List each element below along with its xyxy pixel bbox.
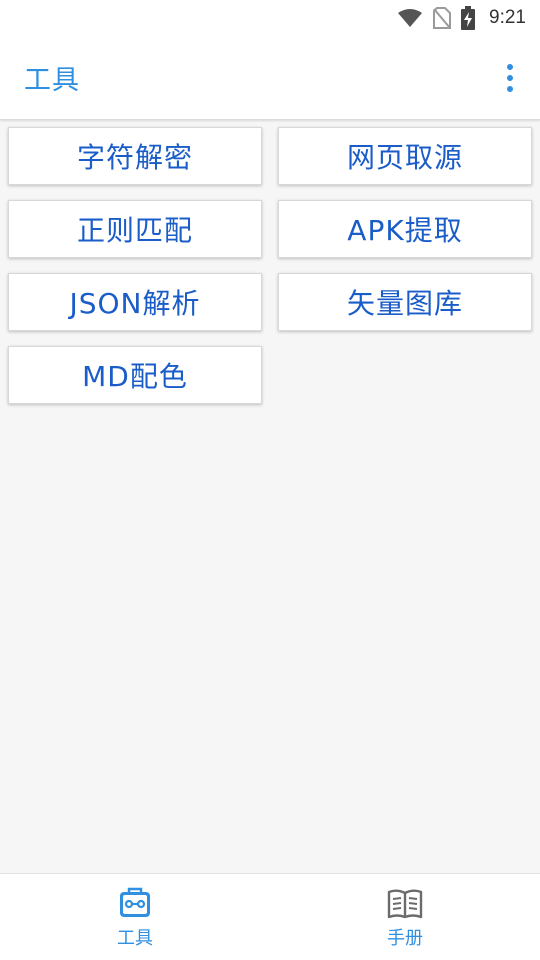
bottom-nav: 工具 手册 bbox=[0, 873, 540, 960]
app-bar: 工具 bbox=[0, 36, 540, 120]
more-vert-icon[interactable] bbox=[502, 64, 518, 92]
tool-button-apk-extract[interactable]: APK提取 bbox=[278, 200, 532, 258]
page-title: 工具 bbox=[24, 65, 80, 96]
tool-label: 网页取源 bbox=[346, 141, 463, 174]
screen: 9:21 工具 字符解密 网页取源 正则匹配 APK提取 JSON解析 矢量图库 bbox=[0, 0, 540, 960]
book-icon bbox=[387, 889, 423, 919]
tool-label: APK提取 bbox=[347, 214, 463, 247]
nav-item-manual[interactable]: 手册 bbox=[270, 874, 540, 960]
tool-button-json-parse[interactable]: JSON解析 bbox=[8, 273, 262, 331]
menu-dot bbox=[507, 86, 513, 92]
tool-label: 矢量图库 bbox=[346, 287, 463, 320]
status-bar: 9:21 bbox=[0, 0, 540, 36]
tool-button-vector-icons[interactable]: 矢量图库 bbox=[278, 273, 532, 331]
wifi-icon bbox=[398, 9, 423, 27]
menu-dot bbox=[507, 75, 513, 81]
nav-label-tools: 工具 bbox=[117, 928, 153, 949]
tool-button-regex-match[interactable]: 正则匹配 bbox=[8, 200, 262, 258]
status-icons: 9:21 bbox=[397, 6, 526, 30]
tool-label: 正则匹配 bbox=[76, 214, 193, 247]
tool-button-char-decrypt[interactable]: 字符解密 bbox=[8, 127, 262, 185]
nav-label-manual: 手册 bbox=[387, 928, 423, 949]
tool-label: JSON解析 bbox=[69, 287, 201, 320]
no-sim-icon bbox=[433, 7, 452, 29]
tool-button-web-source[interactable]: 网页取源 bbox=[278, 127, 532, 185]
toolbox-icon bbox=[120, 887, 150, 917]
tool-grid: 字符解密 网页取源 正则匹配 APK提取 JSON解析 矢量图库 MD配色 bbox=[8, 127, 532, 404]
nav-item-tools[interactable]: 工具 bbox=[0, 874, 270, 960]
tool-button-md-colors[interactable]: MD配色 bbox=[8, 346, 262, 404]
menu-dot bbox=[507, 64, 513, 70]
status-time: 9:21 bbox=[489, 7, 526, 28]
tool-label: MD配色 bbox=[82, 360, 188, 393]
tool-label: 字符解密 bbox=[76, 141, 193, 174]
battery-charging-icon bbox=[461, 6, 476, 30]
